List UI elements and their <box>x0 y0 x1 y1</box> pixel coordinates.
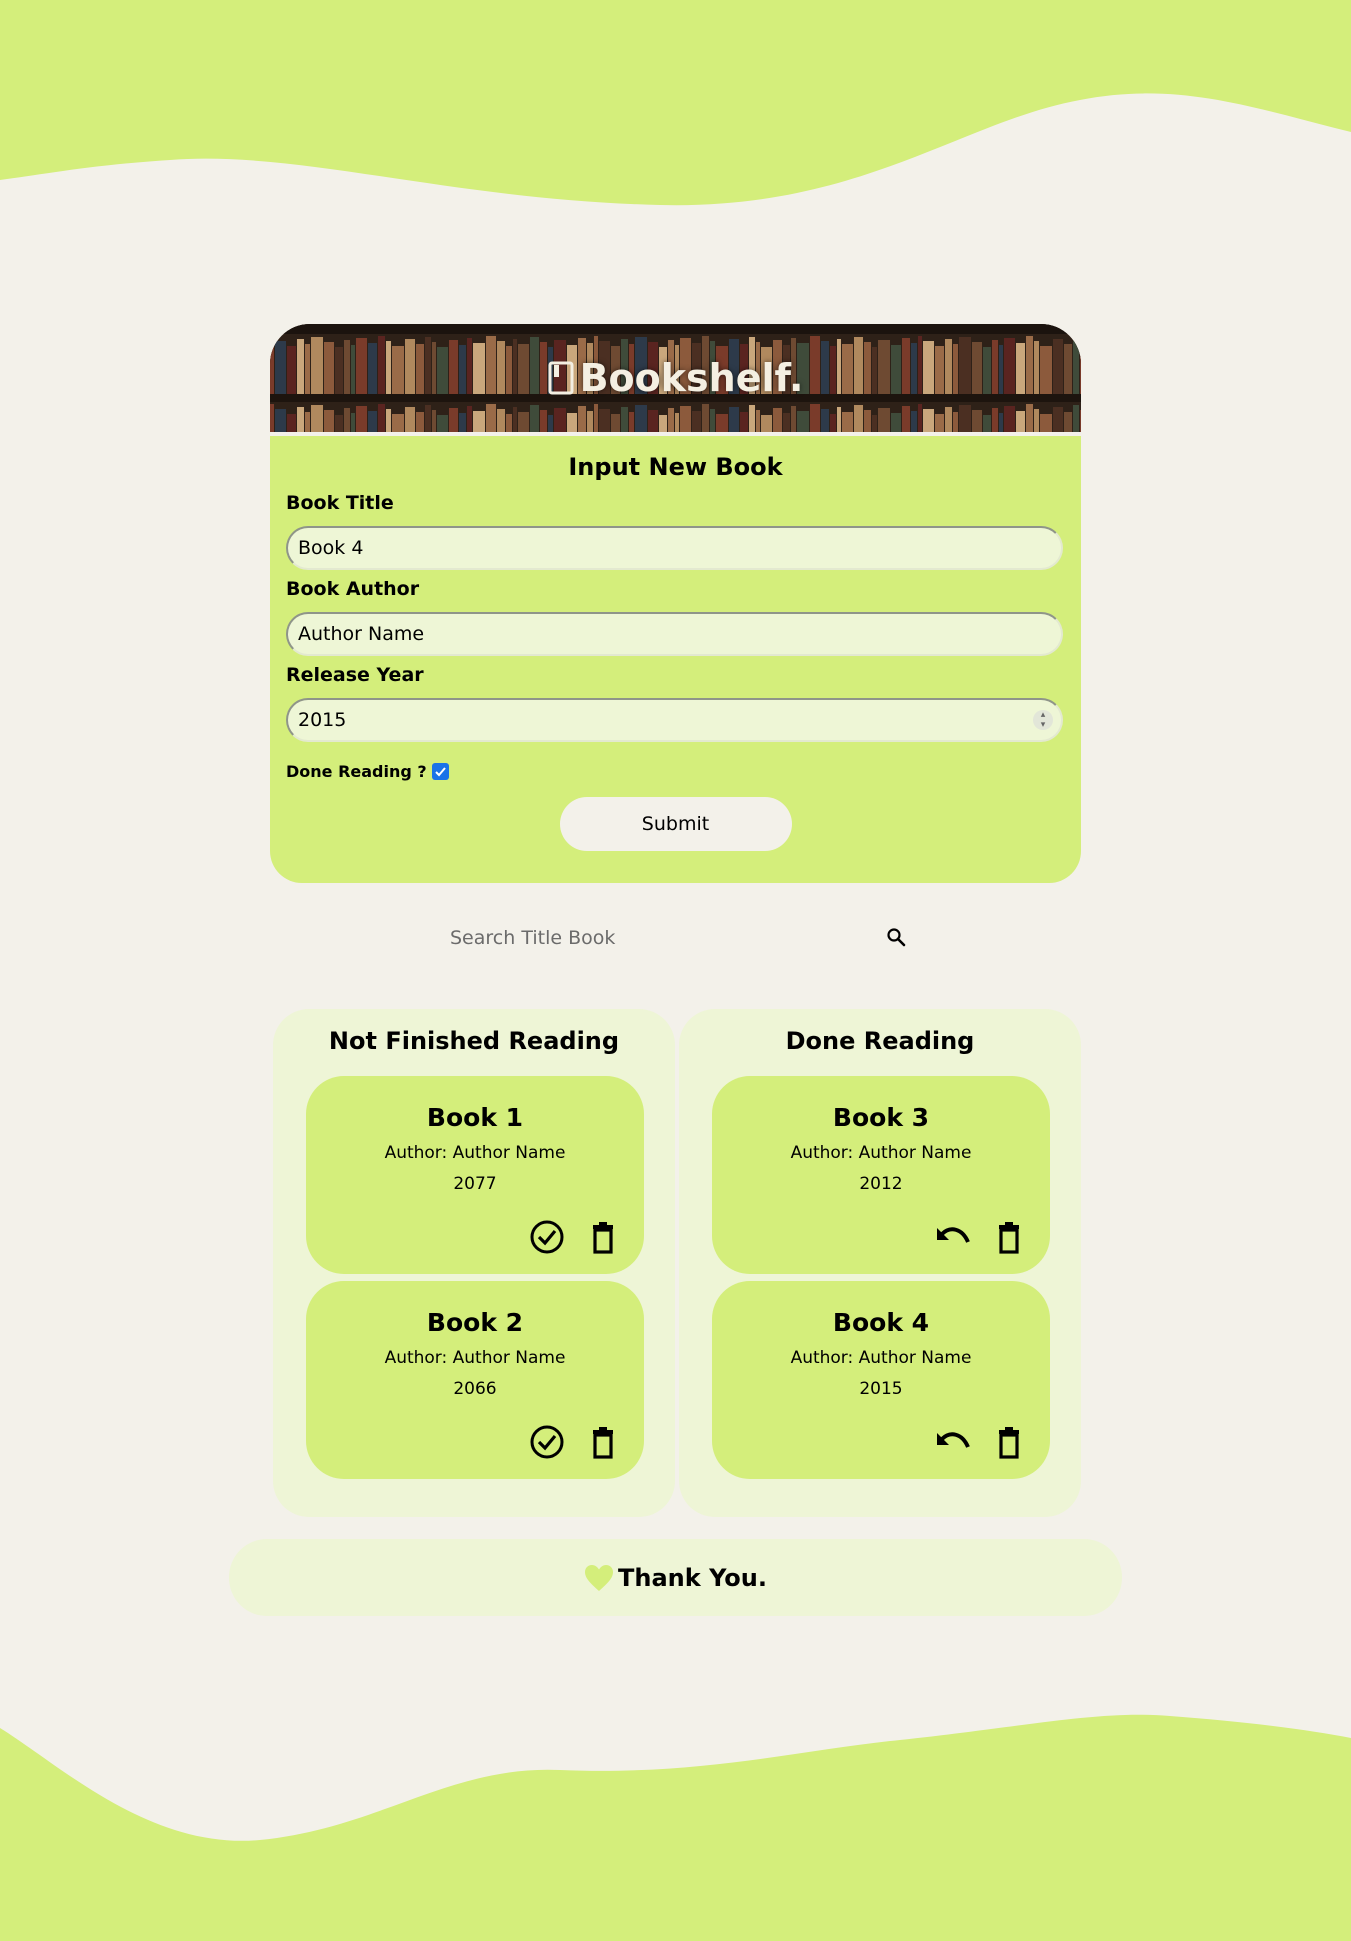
release-year-label: Release Year <box>286 664 424 686</box>
book-year: 2012 <box>859 1174 903 1194</box>
book-author-label: Book Author <box>286 578 420 600</box>
book-actions <box>934 1218 1028 1256</box>
book-actions <box>934 1423 1028 1461</box>
book-author: Author: Author Name <box>384 1143 566 1163</box>
book-title: Book 4 <box>832 1308 930 1337</box>
check-circle-icon[interactable] <box>528 1423 566 1461</box>
book-year: 2066 <box>453 1379 497 1399</box>
footer-text: Thank You. <box>618 1563 767 1592</box>
bottom-wave-decoration <box>0 1714 1351 1941</box>
brand-title: Bookshelf. <box>270 324 1081 432</box>
book-actions <box>528 1423 622 1461</box>
book-card: Book 1 Author: Author Name 2077 <box>306 1076 644 1274</box>
submit-button[interactable]: Submit <box>559 797 792 851</box>
book-year: 2077 <box>453 1174 497 1194</box>
search-bar: Search Title Book <box>440 920 910 956</box>
book-actions <box>528 1218 622 1256</box>
book-title: Book 2 <box>426 1308 524 1337</box>
book-author: Author: Author Name <box>384 1348 566 1368</box>
input-book-form: Input New Book Book Title Book 4 Book Au… <box>270 436 1081 883</box>
book-title-label: Book Title <box>286 492 394 514</box>
brand-name: Bookshelf. <box>579 356 804 400</box>
done-reading-label: Done Reading ? <box>286 761 427 781</box>
undo-icon[interactable] <box>934 1423 972 1461</box>
done-reading-row: Done Reading ? <box>286 760 1065 782</box>
check-circle-icon[interactable] <box>528 1218 566 1256</box>
undo-icon[interactable] <box>934 1218 972 1256</box>
year-stepper-icon[interactable]: ▴ ▾ <box>1033 710 1053 730</box>
done-reading-title: Done Reading <box>785 1027 975 1055</box>
top-wave-decoration <box>0 0 1351 206</box>
trash-icon[interactable] <box>990 1423 1028 1461</box>
book-author-input[interactable]: Author Name <box>286 612 1063 656</box>
heart-icon <box>585 1564 614 1591</box>
trash-icon[interactable] <box>990 1218 1028 1256</box>
search-icon[interactable] <box>886 927 908 949</box>
trash-icon[interactable] <box>584 1423 622 1461</box>
release-year-input[interactable]: 2015 ▴ ▾ <box>286 698 1063 742</box>
book-card: Book 4 Author: Author Name 2015 <box>712 1281 1050 1479</box>
book-title: Book 3 <box>832 1103 930 1132</box>
done-reading-shelf: Done Reading Book 3 Author: Author Name … <box>679 1009 1081 1517</box>
release-year-value: 2015 <box>298 709 347 731</box>
not-finished-shelf: Not Finished Reading Book 1 Author: Auth… <box>273 1009 675 1517</box>
book-card: Book 2 Author: Author Name 2066 <box>306 1281 644 1479</box>
checkmark-icon <box>434 766 446 776</box>
trash-icon[interactable] <box>584 1218 622 1256</box>
book-author: Author: Author Name <box>790 1143 972 1163</box>
footer: Thank You. <box>229 1539 1122 1616</box>
book-author: Author: Author Name <box>790 1348 972 1368</box>
book-icon <box>548 361 574 395</box>
form-title: Input New Book <box>568 453 783 481</box>
search-input[interactable]: Search Title Book <box>440 927 886 949</box>
app-header: Bookshelf. <box>270 324 1081 432</box>
book-card: Book 3 Author: Author Name 2012 <box>712 1076 1050 1274</box>
done-reading-checkbox[interactable] <box>431 762 449 780</box>
not-finished-title: Not Finished Reading <box>328 1027 620 1055</box>
book-title-input[interactable]: Book 4 <box>286 526 1063 570</box>
book-year: 2015 <box>859 1379 903 1399</box>
book-title: Book 1 <box>426 1103 524 1132</box>
